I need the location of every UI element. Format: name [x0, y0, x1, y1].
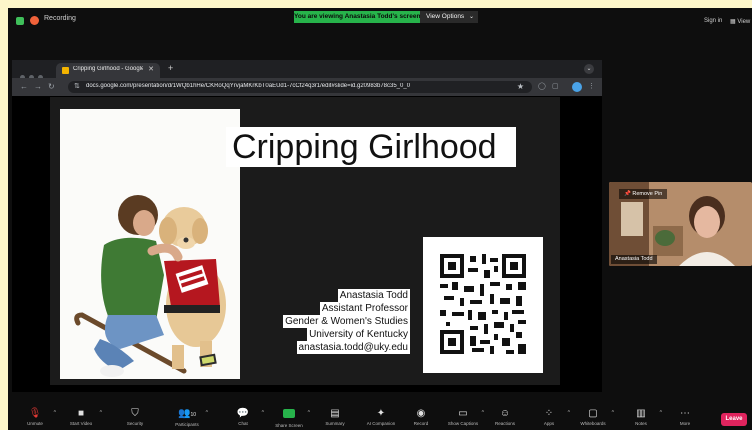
new-tab-icon[interactable]: +	[168, 63, 173, 73]
show-captions-button[interactable]: ▭ ^ Show Captions	[440, 408, 486, 430]
share-screen-icon	[266, 408, 312, 422]
screen-share-banner: You are viewing Anastasia Todd's screen	[294, 11, 420, 23]
address-bar[interactable]: ⇅ docs.google.com/presentation/d/1WQb1hH…	[68, 81, 532, 93]
side-panel-icon[interactable]: ▢	[552, 82, 559, 90]
zoom-top-bar: Recording You are viewing Anastasia Todd…	[8, 8, 752, 32]
shared-browser-window: Cripping Girlhood - Google S ✕ + ⌄ ← → ↻…	[12, 60, 602, 392]
captions-icon: ▭	[458, 408, 468, 419]
chat-label: Chat	[238, 421, 248, 426]
chevron-up-icon[interactable]: ^	[54, 410, 56, 416]
chevron-up-icon[interactable]: ^	[308, 410, 310, 416]
more-button[interactable]: ⋯ More	[662, 408, 708, 430]
whiteboard-icon: ▢	[588, 408, 598, 419]
view-options-button[interactable]: View Options ⌄	[420, 11, 478, 23]
profile-avatar-icon[interactable]	[572, 82, 582, 92]
smile-icon: ☺	[499, 408, 511, 419]
chevron-up-icon[interactable]: ^	[100, 410, 102, 416]
record-button[interactable]: ◉ Record	[398, 408, 444, 430]
chat-button[interactable]: 💬 ^ Chat	[220, 408, 266, 430]
view-button[interactable]: ▦ View	[730, 18, 750, 25]
video-camera-icon: ■	[77, 408, 85, 419]
participant-name-label: Anastasia Todd	[611, 255, 657, 264]
bookmark-star-icon[interactable]: ★	[517, 82, 524, 91]
author-email: anastasia.todd@uky.edu	[296, 341, 410, 354]
participants-count: 10	[190, 412, 196, 418]
remove-pin-label: Remove Pin	[632, 191, 663, 197]
notes-icon: ▥	[636, 408, 646, 419]
security-label: Security	[126, 421, 144, 426]
sign-in-link[interactable]: Sign in	[704, 18, 722, 24]
chat-bubble-icon: 💬	[236, 408, 250, 419]
summary-button[interactable]: ▤ Summary	[312, 408, 358, 430]
slide-title: Cripping Girlhood	[226, 127, 516, 167]
more-label: More	[679, 421, 691, 426]
whiteboards-button[interactable]: ▢ ^ Whiteboards	[570, 408, 616, 430]
start-video-button[interactable]: ■ ^ Start Video	[58, 408, 104, 430]
slide-viewport: Cripping Girlhood Anastasia Todd Assista…	[12, 96, 602, 392]
start-video-label: Start Video	[69, 421, 93, 426]
summary-label: Summary	[325, 421, 345, 426]
security-button[interactable]: ⛉ Security	[112, 408, 158, 430]
view-options-label: View Options	[426, 13, 465, 20]
participants-icon: 👥10	[177, 408, 196, 419]
chevron-up-icon[interactable]: ^	[262, 410, 264, 416]
forward-icon[interactable]: →	[34, 82, 42, 91]
reactions-button[interactable]: ☺ Reactions	[482, 408, 528, 430]
apps-label: Apps	[543, 421, 555, 426]
recording-label: Recording	[44, 15, 76, 22]
unmute-label: Unmute	[27, 421, 43, 426]
qr-code	[423, 237, 543, 373]
tab-close-icon[interactable]: ✕	[148, 65, 154, 73]
site-info-icon[interactable]: ⇅	[74, 82, 80, 90]
remove-pin-button[interactable]: 📌 Remove Pin	[619, 189, 668, 199]
meeting-controls-bar: 🎙 ^ Unmute ■ ^ Start Video ⛉ Security 👥1…	[8, 406, 752, 430]
url-text: docs.google.com/presentation/d/1WQb1hHe/…	[86, 83, 411, 89]
more-dots-icon: ⋯	[680, 408, 690, 419]
apps-button[interactable]: ⁘ ^ Apps	[526, 408, 572, 430]
slides-favicon-icon	[62, 67, 69, 74]
extensions-icon[interactable]: ◯	[538, 82, 546, 90]
tab-title: Cripping Girlhood - Google S	[73, 66, 143, 72]
browser-toolbar: ← → ↻ ⇅ docs.google.com/presentation/d/1…	[12, 78, 602, 96]
unmute-button[interactable]: 🎙 ^ Unmute	[12, 408, 58, 430]
muted-microphone-icon: 🎙	[28, 408, 42, 419]
browser-tab-strip: Cripping Girlhood - Google S ✕ + ⌄	[12, 60, 602, 80]
reload-icon[interactable]: ↻	[48, 82, 55, 91]
browser-menu-icon[interactable]: ⋮	[588, 82, 595, 90]
share-screen-button[interactable]: ^ Share Screen	[266, 408, 312, 430]
participant-video-tile[interactable]: 📌 Remove Pin Anastasia Todd	[609, 182, 752, 266]
record-icon: ◉	[416, 408, 426, 419]
browser-tab[interactable]: Cripping Girlhood - Google S ✕	[56, 63, 160, 78]
participants-button[interactable]: 👥10 ^ Participants	[164, 408, 210, 430]
document-icon: ▤	[330, 408, 340, 419]
notes-label: Notes	[635, 421, 647, 426]
apps-icon: ⁘	[544, 408, 554, 419]
participants-label: Participants	[175, 422, 199, 427]
tab-search-icon[interactable]: ⌄	[584, 64, 594, 74]
chevron-down-icon: ⌄	[468, 14, 474, 20]
reactions-label: Reactions	[494, 421, 515, 426]
back-icon[interactable]: ←	[20, 82, 28, 91]
share-screen-label: Share Screen	[275, 423, 303, 428]
whiteboards-label: Whiteboards	[580, 421, 606, 426]
chevron-up-icon[interactable]: ^	[612, 410, 614, 416]
service-dog-drawing	[74, 195, 226, 377]
view-label: View	[737, 19, 751, 25]
author-block: Anastasia Todd Assistant Professor Gende…	[256, 285, 410, 354]
notes-button[interactable]: ▥ ^ Notes	[618, 408, 664, 430]
qr-code-pattern	[440, 254, 526, 354]
girl-with-service-dog-illustration	[60, 109, 240, 379]
leave-button[interactable]: Leave	[721, 413, 747, 426]
presentation-slide: Cripping Girlhood Anastasia Todd Assista…	[50, 97, 560, 385]
zoom-window: Recording You are viewing Anastasia Todd…	[8, 8, 752, 430]
show-captions-label: Show Captions	[447, 421, 479, 426]
record-label: Record	[413, 421, 429, 426]
chevron-up-icon[interactable]: ^	[206, 410, 208, 416]
security-shield-icon[interactable]	[16, 17, 24, 25]
recording-dot-icon	[30, 16, 39, 25]
shield-icon: ⛉	[131, 408, 139, 419]
